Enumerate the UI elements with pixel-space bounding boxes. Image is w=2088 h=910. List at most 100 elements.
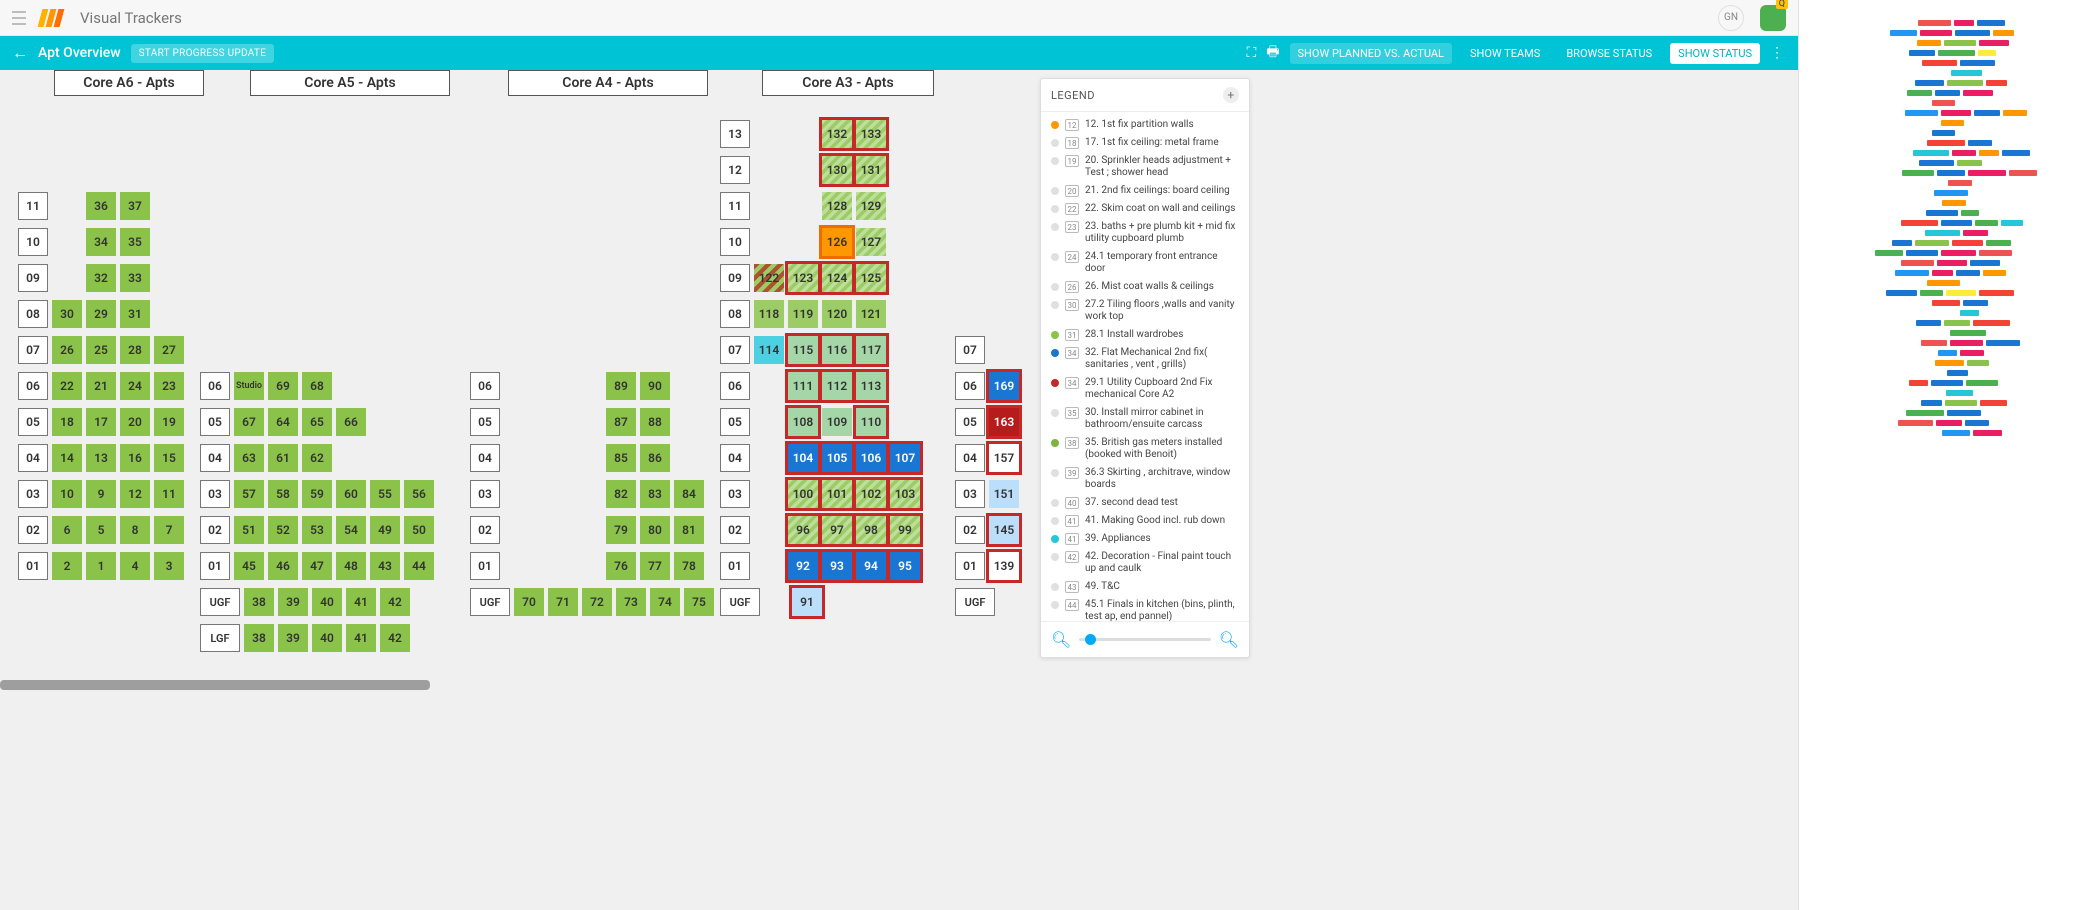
unit-cell[interactable]: 130	[822, 156, 852, 184]
legend-item[interactable]: 4349. T&C	[1041, 578, 1249, 596]
unit-cell[interactable]: 88	[640, 408, 670, 436]
legend-item[interactable]: 3936.3 Skirting , architrave, window boa…	[1041, 464, 1249, 494]
unit-cell[interactable]: 117	[856, 336, 886, 364]
unit-cell[interactable]: 41	[346, 624, 376, 652]
unit-cell[interactable]: 2	[52, 552, 82, 580]
unit-cell[interactable]: 29	[86, 300, 116, 328]
unit-cell[interactable]: 102	[856, 480, 886, 508]
unit-cell[interactable]: 3	[154, 552, 184, 580]
unit-cell[interactable]: 92	[788, 552, 818, 580]
unit-cell[interactable]: 115	[788, 336, 818, 364]
unit-cell[interactable]: 33	[120, 264, 150, 292]
unit-cell[interactable]: 96	[788, 516, 818, 544]
unit-cell[interactable]: 72	[582, 588, 612, 616]
show-planned-button[interactable]: SHOW PLANNED VS. ACTUAL	[1290, 43, 1452, 64]
unit-cell[interactable]: 71	[548, 588, 578, 616]
unit-cell[interactable]: 128	[822, 192, 852, 220]
unit-cell[interactable]: 122	[754, 264, 784, 292]
unit-cell[interactable]: 13	[86, 444, 116, 472]
unit-cell[interactable]: 80	[640, 516, 670, 544]
unit-cell[interactable]: 132	[822, 120, 852, 148]
unit-cell[interactable]: 54	[336, 516, 366, 544]
unit-cell[interactable]: 104	[788, 444, 818, 472]
unit-cell[interactable]: 32	[86, 264, 116, 292]
more-icon[interactable]: ⋮	[1770, 45, 1786, 61]
unit-cell[interactable]: 61	[268, 444, 298, 472]
unit-cell[interactable]: 9	[86, 480, 116, 508]
unit-cell[interactable]: 27	[154, 336, 184, 364]
menu-icon[interactable]	[12, 11, 26, 25]
unit-cell[interactable]: 101	[822, 480, 852, 508]
unit-cell[interactable]: 11	[154, 480, 184, 508]
unit-cell[interactable]: 14	[52, 444, 82, 472]
unit-cell[interactable]: 111	[788, 372, 818, 400]
unit-cell[interactable]: 123	[788, 264, 818, 292]
unit-cell[interactable]: 55	[370, 480, 400, 508]
unit-cell[interactable]: 51	[234, 516, 264, 544]
legend-item[interactable]: 2222. Skim coat on wall and ceilings	[1041, 200, 1249, 218]
unit-cell[interactable]: 91	[792, 588, 822, 616]
unit-cell[interactable]: 83	[640, 480, 670, 508]
legend-expand-icon[interactable]: +	[1223, 87, 1239, 103]
legend-item[interactable]: 3429.1 Utility Cupboard 2nd Fix mechanic…	[1041, 374, 1249, 404]
unit-cell[interactable]: 48	[336, 552, 366, 580]
unit-cell[interactable]: 70	[514, 588, 544, 616]
unit-cell[interactable]: 40	[312, 588, 342, 616]
unit-cell[interactable]: 44	[404, 552, 434, 580]
unit-cell[interactable]: 145	[989, 516, 1019, 544]
unit-cell[interactable]: 20	[120, 408, 150, 436]
unit-cell[interactable]: 77	[640, 552, 670, 580]
unit-cell[interactable]: 89	[606, 372, 636, 400]
unit-cell[interactable]: 31	[120, 300, 150, 328]
fullscreen-icon[interactable]: ⛶	[1246, 45, 1256, 61]
unit-cell[interactable]: 45	[234, 552, 264, 580]
unit-cell[interactable]: 94	[856, 552, 886, 580]
unit-cell[interactable]: 66	[336, 408, 366, 436]
unit-cell[interactable]: 120	[822, 300, 852, 328]
unit-cell[interactable]: 43	[370, 552, 400, 580]
unit-cell[interactable]: 129	[856, 192, 886, 220]
legend-item[interactable]: 1212. 1st fix partition walls	[1041, 116, 1249, 134]
unit-cell[interactable]: 87	[606, 408, 636, 436]
unit-cell[interactable]: 69	[268, 372, 298, 400]
legend-item[interactable]: 3027.2 Tiling floors ,walls and vanity w…	[1041, 296, 1249, 326]
legend-item[interactable]: 4037. second dead test	[1041, 494, 1249, 512]
unit-cell[interactable]: 7	[154, 516, 184, 544]
back-arrow-icon[interactable]: ←	[12, 43, 28, 63]
unit-cell[interactable]: 24	[120, 372, 150, 400]
unit-cell[interactable]: 99	[890, 516, 920, 544]
unit-cell[interactable]: 10	[52, 480, 82, 508]
unit-cell[interactable]: 59	[302, 480, 332, 508]
unit-cell[interactable]: 97	[822, 516, 852, 544]
unit-cell[interactable]: 63	[234, 444, 264, 472]
unit-cell[interactable]: 52	[268, 516, 298, 544]
browse-status-button[interactable]: BROWSE STATUS	[1558, 43, 1660, 64]
unit-cell[interactable]: 57	[234, 480, 264, 508]
start-progress-update-button[interactable]: START PROGRESS UPDATE	[131, 44, 275, 63]
unit-cell[interactable]: 113	[856, 372, 886, 400]
legend-item[interactable]: 1920. Sprinkler heads adjustment + Test …	[1041, 152, 1249, 182]
unit-cell[interactable]: 103	[890, 480, 920, 508]
show-status-button[interactable]: SHOW STATUS	[1670, 43, 1760, 64]
unit-cell[interactable]: 163	[989, 408, 1019, 436]
unit-cell[interactable]: 42	[380, 624, 410, 652]
user-avatar[interactable]: GN	[1718, 5, 1744, 31]
unit-cell[interactable]: 119	[788, 300, 818, 328]
unit-cell[interactable]: 28	[120, 336, 150, 364]
unit-cell[interactable]: 38	[244, 588, 274, 616]
unit-cell[interactable]: 114	[754, 336, 784, 364]
unit-cell[interactable]: 39	[278, 588, 308, 616]
unit-cell[interactable]: 46	[268, 552, 298, 580]
unit-cell[interactable]: 82	[606, 480, 636, 508]
unit-cell[interactable]: 12	[120, 480, 150, 508]
legend-item[interactable]: 1817. 1st fix ceiling: metal frame	[1041, 134, 1249, 152]
unit-cell[interactable]: 125	[856, 264, 886, 292]
unit-cell[interactable]: 53	[302, 516, 332, 544]
print-icon[interactable]: 🖶	[1266, 41, 1279, 65]
unit-cell[interactable]: 47	[302, 552, 332, 580]
legend-item[interactable]: 4139. Appliances	[1041, 530, 1249, 548]
unit-cell[interactable]: 1	[86, 552, 116, 580]
legend-item[interactable]: 4445.1 Finals in kitchen (bins, plinth, …	[1041, 596, 1249, 621]
unit-cell[interactable]: 30	[52, 300, 82, 328]
unit-cell[interactable]: 108	[788, 408, 818, 436]
